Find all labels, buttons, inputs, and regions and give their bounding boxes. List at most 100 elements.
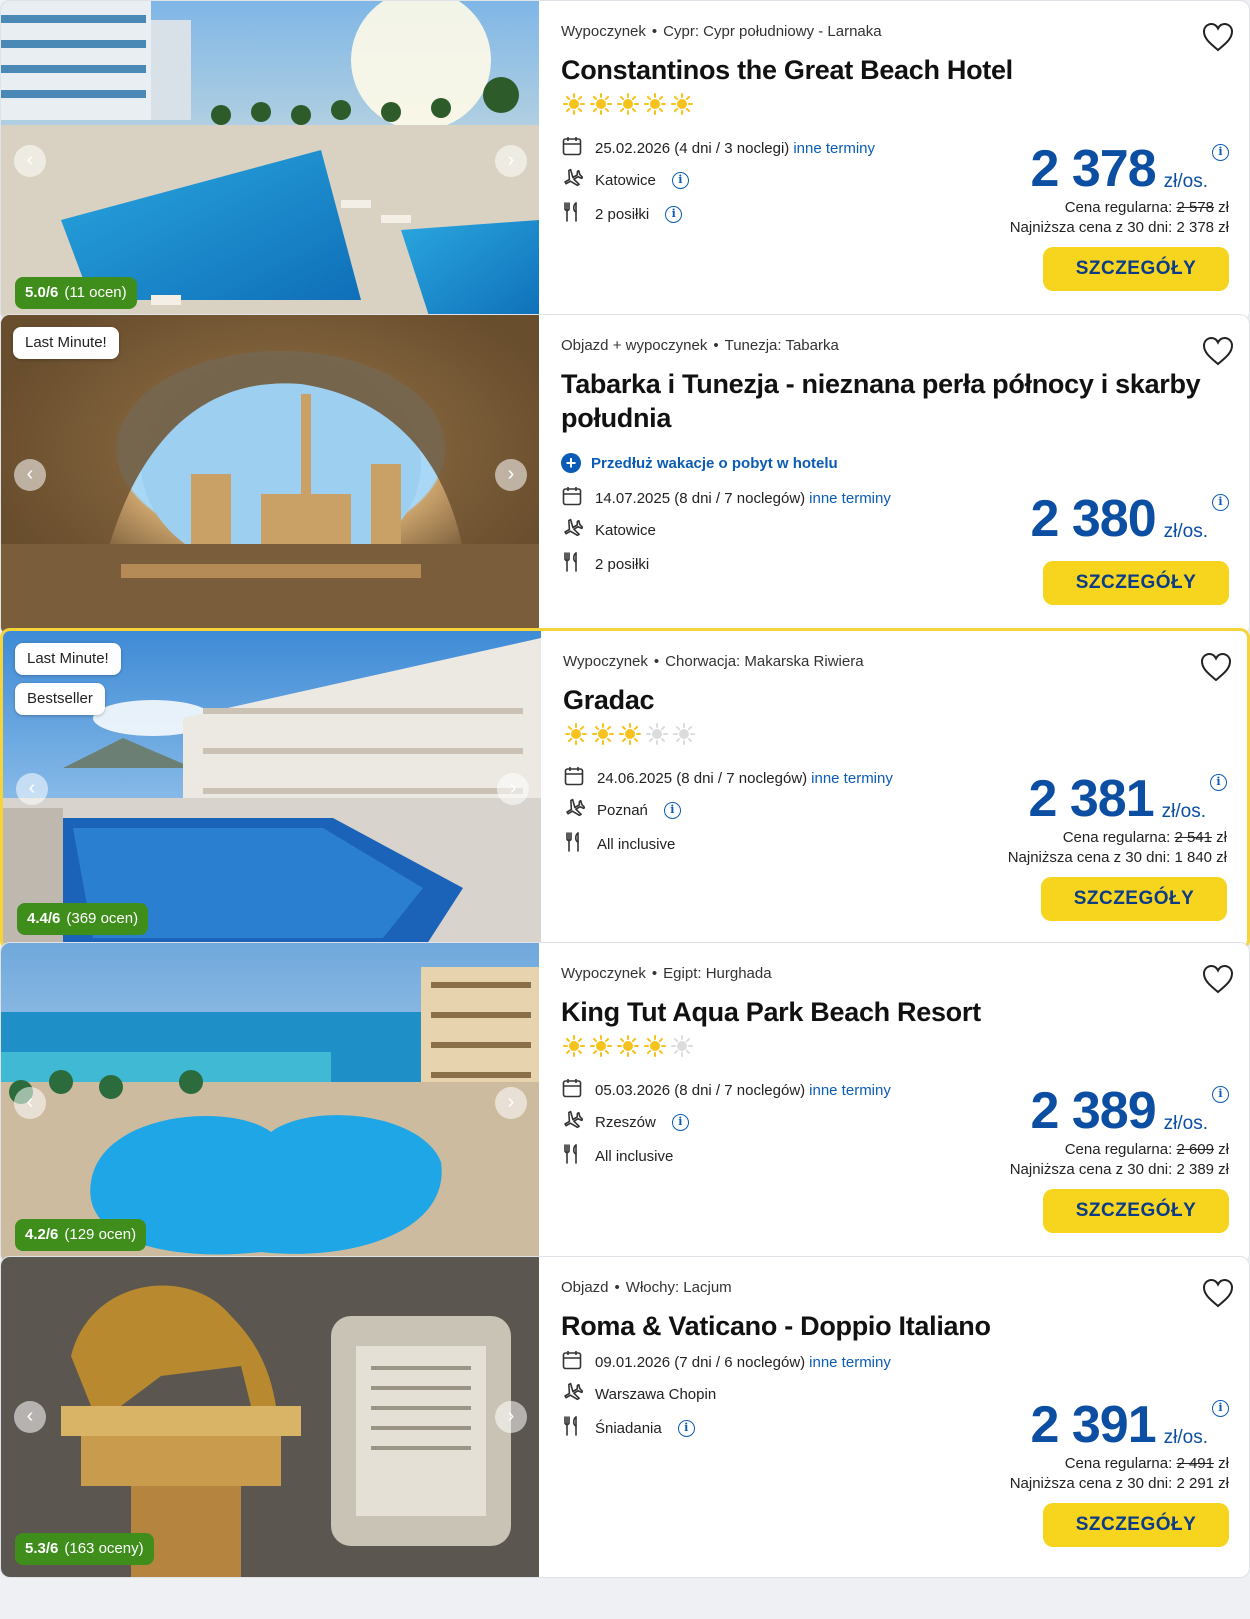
offer-info: Objazd + wypoczynek • Tunezja: Tabarka Taba… — [561, 315, 1249, 635]
details-button[interactable]: SZCZEGÓŁY — [1043, 247, 1229, 291]
info-icon[interactable]: i — [671, 1113, 689, 1131]
photo-prev-arrow-icon[interactable]: ‹ — [16, 773, 48, 805]
offer-photo[interactable]: ‹ › Last Minute! — [1, 315, 539, 635]
photo-next-arrow-icon[interactable]: › — [495, 1087, 527, 1119]
travel-date: 24.06.2025 (8 dni / 7 noclegów) — [597, 769, 808, 787]
offer-card[interactable]: ‹ › 5.0/6 (11 ocen) Wypoczynek • Cypr: Cypr po… — [0, 0, 1250, 322]
price-info-icon[interactable]: i — [1212, 144, 1229, 161]
plane-icon — [561, 1381, 584, 1407]
rating-count: (369 ocen) — [66, 910, 139, 927]
details-button[interactable]: SZCZEGÓŁY — [1043, 561, 1229, 605]
photo-prev-arrow-icon[interactable]: ‹ — [14, 1087, 46, 1119]
photo-hotel-pool — [3, 631, 541, 947]
info-icon[interactable]: i — [665, 205, 683, 223]
meal-plan: All inclusive — [595, 1147, 674, 1165]
offer-card[interactable]: ‹ › Last Minute! Bestseller 4.4/6 (369 ocen) W… — [0, 628, 1250, 950]
other-dates-link[interactable]: inne terminy — [809, 1082, 891, 1099]
meal-plan: 2 posiłki — [595, 555, 650, 573]
travel-date: 09.01.2026 (7 dni / 6 noclegów) — [595, 1353, 806, 1371]
offer-card[interactable]: ‹ › 4.2/6 (129 ocen) Wypoczynek • Egipt: Hurgh… — [0, 942, 1250, 1264]
departure-row: Poznań i — [563, 797, 681, 823]
cutlery-icon — [561, 201, 583, 227]
photo-prev-arrow-icon[interactable]: ‹ — [14, 459, 46, 491]
offer-card[interactable]: ‹ › 5.3/6 (163 oceny) Objazd • Włochy: Lacjum R… — [0, 1256, 1250, 1578]
favorite-heart-icon[interactable] — [1201, 1277, 1235, 1309]
offer-info: Objazd • Włochy: Lacjum Roma & Vaticano - D… — [561, 1257, 1249, 1577]
photo-next-arrow-icon[interactable]: › — [495, 145, 527, 177]
favorite-heart-icon[interactable] — [1201, 963, 1235, 995]
info-icon[interactable]: i — [671, 171, 689, 189]
photo-prev-arrow-icon[interactable]: ‹ — [14, 145, 46, 177]
price-unit: zł/os. — [1163, 171, 1208, 192]
cutlery-icon — [561, 1415, 583, 1441]
star-empty-icon — [673, 723, 695, 745]
info-icon[interactable]: i — [677, 1419, 695, 1437]
offer-title[interactable]: Gradac — [563, 683, 1203, 717]
offer-photo[interactable]: ‹ › Last Minute! Bestseller 4.4/6 (369 ocen) — [3, 631, 541, 947]
price-box: 2 378 zł/os. i Cena regularna: 2 578 zł Najn… — [929, 143, 1229, 236]
rating-badge: 4.2/6 (129 ocen) — [15, 1219, 147, 1251]
offer-title[interactable]: Roma & Vaticano - Doppio Italiano — [561, 1309, 1201, 1343]
details-button[interactable]: SZCZEGÓŁY — [1043, 1189, 1229, 1233]
regular-price-currency: zł — [1218, 199, 1229, 216]
favorite-heart-icon[interactable] — [1199, 651, 1233, 683]
offer-title[interactable]: Constantinos the Great Beach Hotel — [561, 53, 1201, 87]
star-filled-icon — [617, 1035, 639, 1057]
date-row: 05.03.2026 (8 dni / 7 noclegów) inne term… — [561, 1077, 891, 1103]
photo-next-arrow-icon[interactable]: › — [495, 1401, 527, 1433]
offer-photo[interactable]: ‹ › 4.2/6 (129 ocen) — [1, 943, 539, 1263]
price-box: 2 381 zł/os. i Cena regularna: 2 541 zł Najn… — [927, 773, 1227, 866]
star-filled-icon — [563, 93, 585, 115]
plane-icon — [561, 1109, 584, 1135]
price-info-icon[interactable]: i — [1212, 1086, 1229, 1103]
promo-badge: Last Minute! — [13, 327, 119, 359]
promo-badge: Last Minute! — [15, 643, 121, 675]
favorite-heart-icon[interactable] — [1201, 335, 1235, 367]
departure-row: Rzeszów i — [561, 1109, 689, 1135]
price-info-icon[interactable]: i — [1212, 1400, 1229, 1417]
plus-icon: + — [561, 453, 581, 473]
price-info-icon[interactable]: i — [1210, 774, 1227, 791]
calendar-icon — [561, 1349, 583, 1375]
trip-type: Objazd + wypoczynek — [561, 337, 708, 354]
price-unit: zł/os. — [1161, 801, 1206, 822]
other-dates-link[interactable]: inne terminy — [793, 140, 875, 157]
photo-next-arrow-icon[interactable]: › — [497, 773, 529, 805]
meals-row: Śniadania i — [561, 1415, 695, 1441]
details-button[interactable]: SZCZEGÓŁY — [1041, 877, 1227, 921]
offer-photo[interactable]: ‹ › 5.3/6 (163 oceny) — [1, 1257, 539, 1577]
photo-hotel-pool — [1, 1, 539, 321]
rating-score: 5.0/6 — [25, 284, 59, 301]
regular-price-label: Cena regularna: — [1062, 829, 1171, 846]
rating-badge: 5.0/6 (11 ocen) — [15, 277, 137, 309]
lowest-30-days-price: Najniższa cena z 30 dni: 2 378 zł — [1009, 219, 1229, 236]
favorite-heart-icon[interactable] — [1201, 21, 1235, 53]
price-unit: zł/os. — [1163, 1113, 1208, 1134]
lowest-30-days-price: Najniższa cena z 30 dni: 1 840 zł — [1007, 849, 1227, 866]
info-icon[interactable]: i — [663, 801, 681, 819]
star-empty-icon — [671, 1035, 693, 1057]
price-amount: 2 378 — [1030, 140, 1157, 198]
price-info-icon[interactable]: i — [1212, 494, 1229, 511]
details-button[interactable]: SZCZEGÓŁY — [1043, 1503, 1229, 1547]
photo-cave-ruins — [1, 315, 539, 635]
price-box: 2 391 zł/os. i Cena regularna: 2 491 zł Najn… — [929, 1399, 1229, 1492]
date-text: 14.07.2025 (8 dni / 7 noclegów) inne term… — [595, 490, 891, 507]
offer-title[interactable]: King Tut Aqua Park Beach Resort — [561, 995, 1201, 1029]
other-dates-link[interactable]: inne terminy — [809, 1354, 891, 1371]
star-filled-icon — [644, 1035, 666, 1057]
star-filled-icon — [671, 93, 693, 115]
offer-title[interactable]: Tabarka i Tunezja - nieznana perła półno… — [561, 367, 1201, 435]
plane-icon — [561, 517, 584, 543]
other-dates-link[interactable]: inne terminy — [811, 770, 893, 787]
photo-next-arrow-icon[interactable]: › — [495, 459, 527, 491]
departure-airport: Rzeszów — [595, 1113, 656, 1131]
rating-score: 4.4/6 — [27, 910, 61, 927]
other-dates-link[interactable]: inne terminy — [809, 490, 891, 507]
offer-photo[interactable]: ‹ › 5.0/6 (11 ocen) — [1, 1, 539, 321]
offer-card[interactable]: ‹ › Last Minute! Objazd + wypoczynek • Tunezj… — [0, 314, 1250, 636]
price-unit: zł/os. — [1163, 1427, 1208, 1448]
hotel-stars — [563, 93, 693, 115]
photo-prev-arrow-icon[interactable]: ‹ — [14, 1401, 46, 1433]
extend-stay-link[interactable]: + Przedłuż wakacje o pobyt w hotelu — [561, 453, 838, 473]
